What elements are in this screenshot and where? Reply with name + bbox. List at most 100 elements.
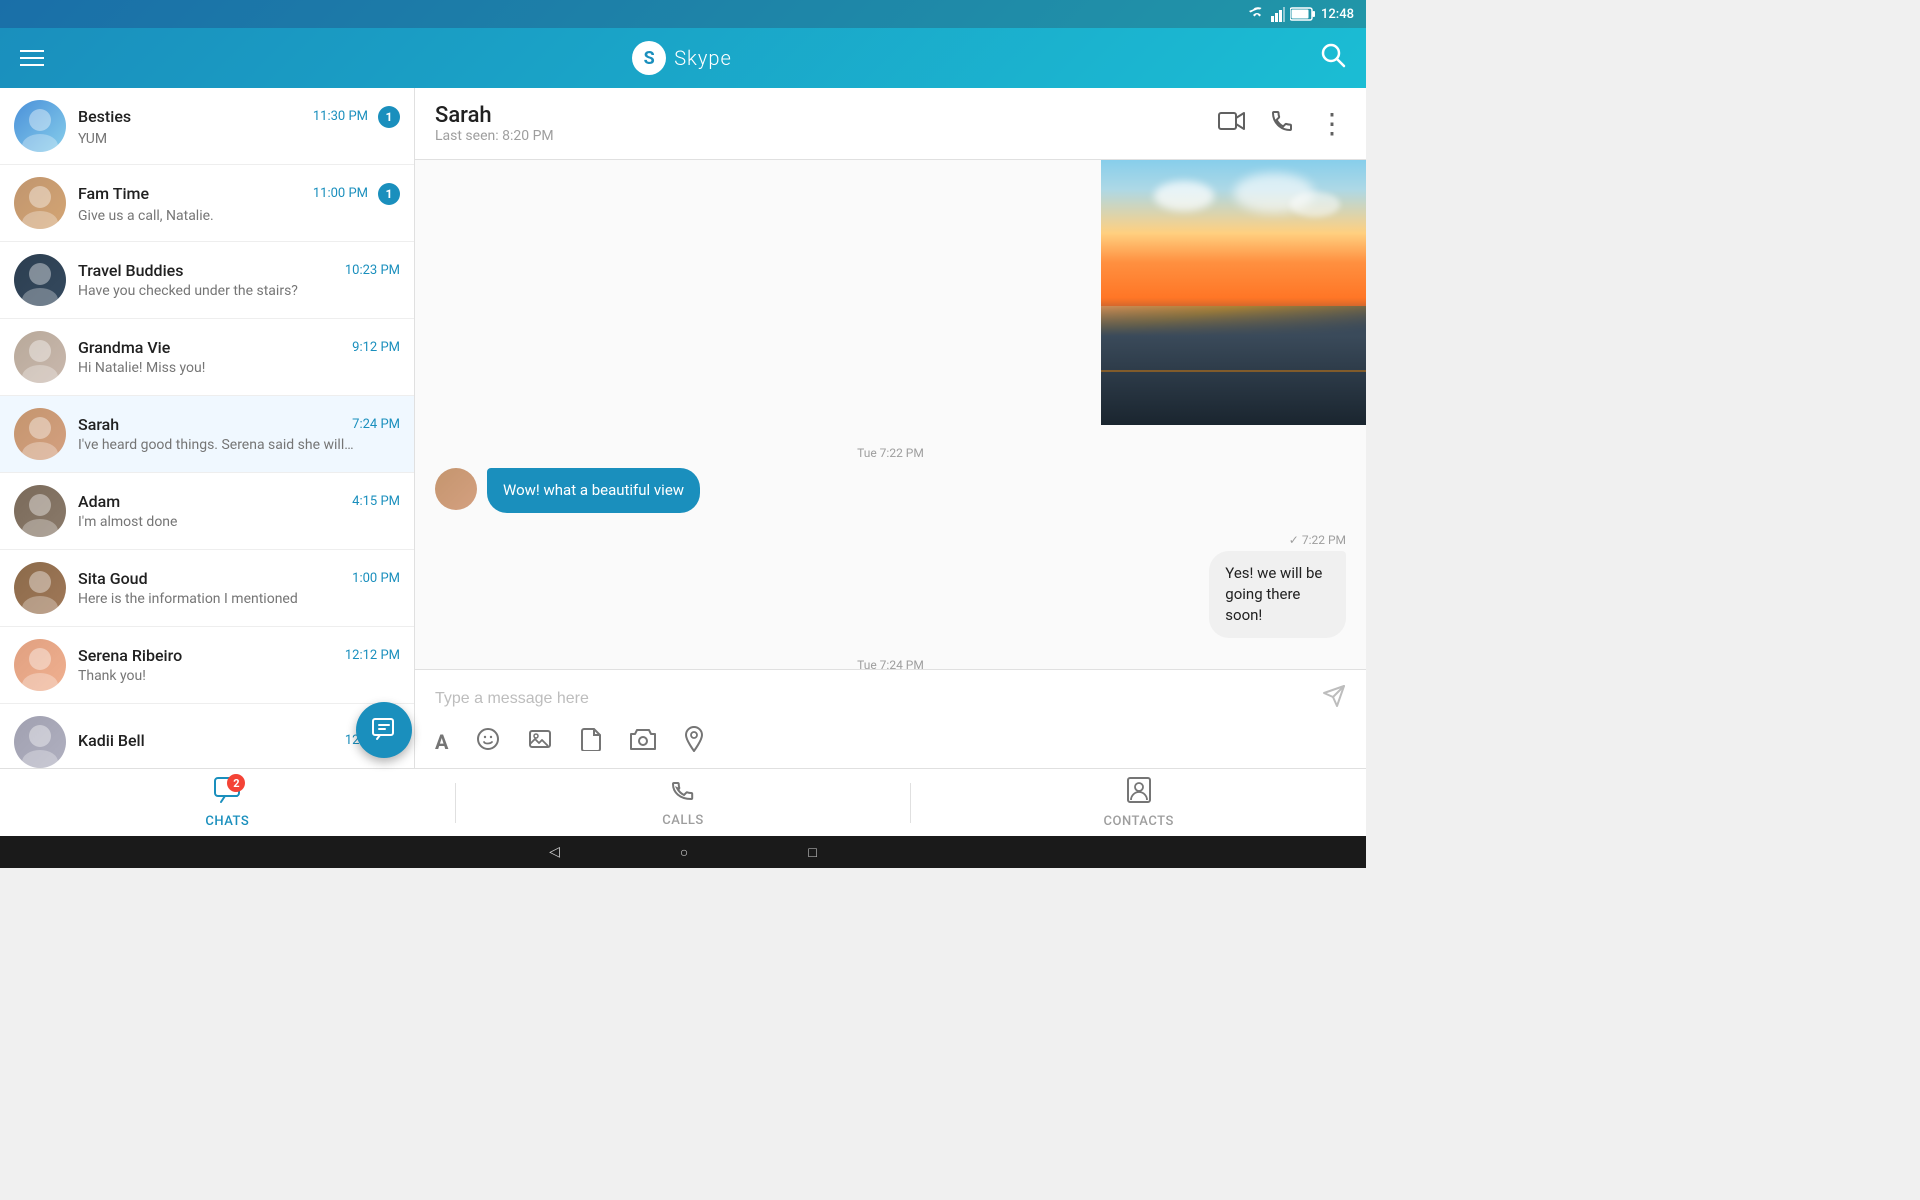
recents-button[interactable]: □: [808, 844, 816, 861]
message-time-1: Tue 7:22 PM: [435, 446, 1346, 460]
message-group-2: ✓ 7:22 PM Yes! we will be going there so…: [435, 533, 1346, 638]
chat-preview-sarah: I've heard good things. Serena said she …: [78, 437, 400, 453]
sent-time-2: ✓ 7:22 PM: [1289, 533, 1346, 547]
chat-time-grandma-vie: 9:12 PM: [352, 340, 400, 355]
chat-item-sita-goud[interactable]: Sita Goud1:00 PMHere is the information …: [0, 550, 414, 627]
nav-badge-chats: 2: [227, 774, 245, 792]
chat-name-fam-time: Fam Time: [78, 184, 149, 203]
chat-item-fam-time[interactable]: Fam Time 11:00 PM 1 Give us a call, Natalie…: [0, 165, 414, 242]
shared-photo[interactable]: [1101, 160, 1366, 425]
avatar-travel-buddies: [14, 254, 66, 306]
chat-preview-sita-goud: Here is the information I mentioned: [78, 591, 400, 607]
file-button[interactable]: [580, 727, 602, 757]
send-icon: [1322, 684, 1346, 708]
chat-preview-travel-buddies: Have you checked under the stairs?: [78, 283, 400, 299]
chat-item-grandma-vie[interactable]: Grandma Vie 9:12 PM Hi Natalie! Miss you!: [0, 319, 414, 396]
badge-fam-time: 1: [378, 183, 400, 205]
avatar-fam-time: [14, 177, 66, 229]
avatar-adam: [14, 485, 66, 537]
chat-item-kadii-bell[interactable]: Kadii Bell12:05 PM: [0, 704, 414, 768]
chat-name-adam: Adam: [78, 492, 120, 511]
chat-preview-adam: I'm almost done: [78, 514, 400, 530]
chat-preview-besties: YUM: [78, 131, 400, 147]
camera-button[interactable]: [630, 728, 656, 756]
chat-item-sarah[interactable]: Sarah 7:24 PM I've heard good things. Sere…: [0, 396, 414, 473]
message-row-2: ✓ 7:22 PM Yes! we will be going there so…: [435, 533, 1346, 638]
chat-time-sita-goud: 1:00 PM: [352, 571, 400, 586]
bottom-navigation: 2 CHATS CALLS CONTACTS: [0, 768, 1366, 836]
last-seen: Last seen: 8:20 PM: [435, 128, 554, 144]
image-button[interactable]: [528, 727, 552, 757]
fab-container: [356, 702, 412, 758]
chat-time-sarah: 7:24 PM: [352, 417, 400, 432]
nav-label-chats: CHATS: [205, 814, 249, 829]
search-icon: [1320, 42, 1346, 68]
chat-item-besties[interactable]: Besties11:30 PM1YUM: [0, 88, 414, 165]
message-input[interactable]: [431, 682, 1308, 716]
nav-label-contacts: CONTACTS: [1104, 814, 1174, 829]
search-button[interactable]: [1316, 38, 1350, 78]
chat-time-travel-buddies: 10:23 PM: [345, 263, 400, 278]
chat-name-kadii-bell: Kadii Bell: [78, 731, 145, 750]
android-nav: ◁ ○ □: [0, 836, 1366, 868]
voice-call-button[interactable]: [1270, 109, 1294, 139]
message-toolbar: A: [431, 718, 1350, 762]
contact-info: Sarah Last seen: 8:20 PM: [435, 103, 554, 144]
back-button[interactable]: ◁: [549, 844, 560, 860]
status-time: 12:48: [1321, 7, 1354, 22]
chat-item-adam[interactable]: Adam4:15 PMI'm almost done: [0, 473, 414, 550]
menu-button[interactable]: [16, 46, 48, 70]
main-layout: Besties11:30 PM1YUM Fam Time11:00 PM1Giv…: [0, 88, 1366, 768]
messages-area: Tue 7:22 PM Wow! what a beautiful view ✓…: [415, 160, 1366, 669]
chat-item-serena-ribeiro[interactable]: Serena Ribeiro 12:12 PM Thank you!: [0, 627, 414, 704]
top-bar: S Skype: [0, 28, 1366, 88]
avatar-grandma-vie: [14, 331, 66, 383]
contact-name: Sarah: [435, 103, 554, 128]
send-button[interactable]: [1318, 680, 1350, 718]
chat-preview-serena-ribeiro: Thank you!: [78, 668, 400, 684]
message-group-1: Tue 7:22 PM Wow! what a beautiful view: [435, 446, 1346, 513]
chat-item-travel-buddies[interactable]: Travel Buddies 10:23 PM Have you checked u…: [0, 242, 414, 319]
nav-item-contacts[interactable]: CONTACTS: [911, 768, 1366, 837]
chat-preview-grandma-vie: Hi Natalie! Miss you!: [78, 360, 400, 376]
nav-item-chats[interactable]: 2 CHATS: [0, 768, 455, 837]
chat-actions: ⋮: [1218, 109, 1346, 139]
message-group-3: Tue 7:24 PM I've heard good things. Sere…: [435, 658, 1346, 669]
font-button[interactable]: A: [435, 730, 448, 754]
status-icons: 12:48: [1248, 6, 1354, 22]
app-title: Skype: [674, 46, 732, 70]
chat-name-sarah: Sarah: [78, 415, 119, 434]
message-row-1: Wow! what a beautiful view: [435, 468, 1346, 513]
contacts-icon: [1125, 776, 1153, 804]
compose-fab[interactable]: [356, 702, 412, 758]
nav-item-calls[interactable]: CALLS: [456, 769, 911, 836]
avatar-serena-ribeiro: [14, 639, 66, 691]
chat-name-travel-buddies: Travel Buddies: [78, 261, 183, 280]
badge-besties: 1: [378, 106, 400, 128]
chat-time-serena-ribeiro: 12:12 PM: [345, 648, 400, 663]
phone-icon: [1270, 109, 1294, 133]
chat-preview-fam-time: Give us a call, Natalie.: [78, 208, 400, 224]
message-time-3: Tue 7:24 PM: [435, 658, 1346, 669]
message-bubble-1: Wow! what a beautiful view: [487, 468, 700, 513]
video-icon: [1218, 110, 1246, 132]
compose-icon: [371, 717, 397, 743]
chat-name-serena-ribeiro: Serena Ribeiro: [78, 646, 182, 665]
avatar-besties: [14, 100, 66, 152]
call-icon: [670, 777, 696, 803]
sender-avatar: [435, 468, 477, 510]
more-options-button[interactable]: ⋮: [1318, 110, 1346, 138]
signal-icon: [1271, 6, 1285, 22]
wifi-icon: [1248, 7, 1266, 21]
skype-icon: S: [632, 41, 666, 75]
chat-time-fam-time: 11:00 PM: [313, 186, 368, 201]
message-input-area: A: [415, 669, 1366, 768]
message-bubble-2: Yes! we will be going there soon!: [1209, 551, 1346, 638]
emoji-button[interactable]: [476, 727, 500, 757]
home-button[interactable]: ○: [680, 844, 688, 861]
avatar-sita-goud: [14, 562, 66, 614]
video-call-button[interactable]: [1218, 110, 1246, 138]
battery-icon: [1290, 7, 1316, 21]
chat-name-grandma-vie: Grandma Vie: [78, 338, 170, 357]
location-button[interactable]: [684, 726, 704, 758]
